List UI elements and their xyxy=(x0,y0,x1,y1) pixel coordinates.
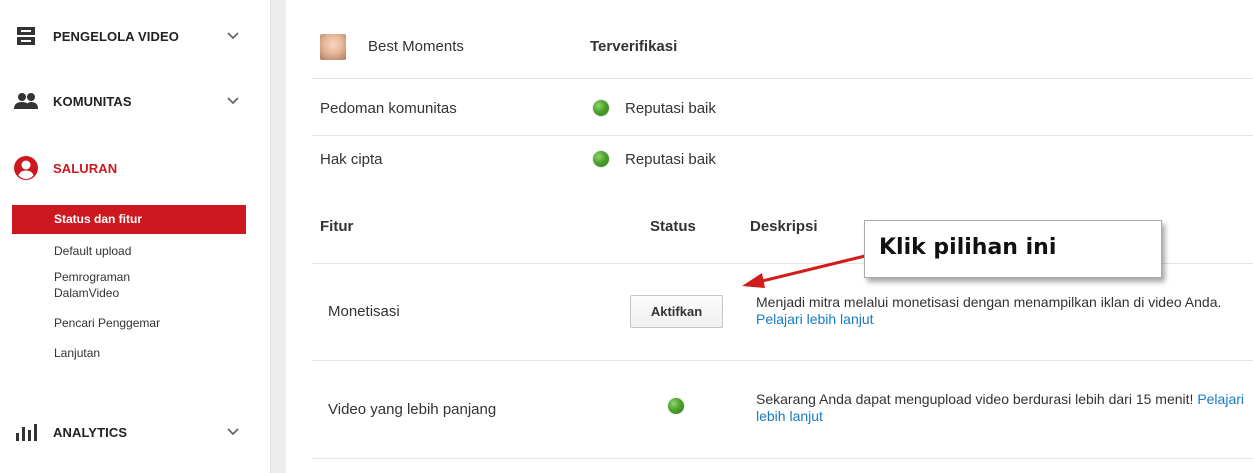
chevron-down-icon[interactable] xyxy=(226,29,240,43)
analytics-icon xyxy=(12,418,40,446)
channel-name: Best Moments xyxy=(368,38,464,55)
subnav-advanced[interactable]: Lanjutan xyxy=(12,345,246,361)
subnav-invideo-programming[interactable]: Pemrograman DalamVideo xyxy=(12,269,182,301)
subnav-fan-finder[interactable]: Pencari Penggemar xyxy=(12,315,246,331)
sidebar: PENGELOLA VIDEO KOMUNITAS SALURAN Status… xyxy=(0,0,270,473)
community-guidelines-label: Pedoman komunitas xyxy=(320,100,457,117)
annotation-callout: Klik pilihan ini xyxy=(864,220,1162,278)
features-header-description: Deskripsi xyxy=(750,218,818,235)
channel-subnav: Status dan fitur Default upload Pemrogra… xyxy=(12,205,246,361)
nav-community-label: KOMUNITAS xyxy=(53,93,132,109)
features-header-feature: Fitur xyxy=(320,218,354,235)
subnav-status-features[interactable]: Status dan fitur xyxy=(12,205,246,234)
learn-more-link[interactable]: Pelajari lebih lanjut xyxy=(756,311,874,327)
verified-status: Terverifikasi xyxy=(590,38,678,55)
status-ok-icon xyxy=(593,100,609,116)
annotation-arrow-icon xyxy=(742,254,866,288)
divider xyxy=(312,360,1253,361)
nav-video-manager-label: PENGELOLA VIDEO xyxy=(53,28,179,44)
community-icon xyxy=(12,87,40,115)
annotation-text: Klik pilihan ini xyxy=(879,235,1057,260)
feature-monetization-description: Menjadi mitra melalui monetisasi dengan … xyxy=(756,294,1222,327)
chevron-down-icon[interactable] xyxy=(226,425,240,439)
enable-monetization-button[interactable]: Aktifkan xyxy=(630,295,723,328)
copyright-label: Hak cipta xyxy=(320,151,383,168)
subnav-default-upload[interactable]: Default upload xyxy=(12,243,246,259)
nav-channel[interactable]: SALURAN xyxy=(0,148,270,188)
features-header-status: Status xyxy=(650,218,696,235)
status-ok-icon xyxy=(593,151,609,167)
divider xyxy=(312,135,1253,136)
divider xyxy=(312,78,1253,79)
nav-community[interactable]: KOMUNITAS xyxy=(0,81,270,121)
video-manager-icon xyxy=(12,22,40,50)
nav-video-manager[interactable]: PENGELOLA VIDEO xyxy=(0,16,270,56)
copyright-status: Reputasi baik xyxy=(625,151,716,168)
nav-analytics[interactable]: ANALYTICS xyxy=(0,412,270,452)
nav-analytics-label: ANALYTICS xyxy=(53,424,128,440)
sidebar-divider xyxy=(270,0,286,473)
status-ok-icon xyxy=(668,398,684,414)
channel-avatar xyxy=(320,34,346,60)
channel-icon xyxy=(12,154,40,182)
feature-longer-video-description: Sekarang Anda dapat mengupload video ber… xyxy=(756,391,1245,424)
feature-monetization-label: Monetisasi xyxy=(328,303,400,320)
divider xyxy=(312,458,1253,459)
nav-channel-label: SALURAN xyxy=(53,160,118,176)
chevron-down-icon[interactable] xyxy=(226,94,240,108)
community-guidelines-status: Reputasi baik xyxy=(625,100,716,117)
feature-longer-video-label: Video yang lebih panjang xyxy=(328,401,497,418)
